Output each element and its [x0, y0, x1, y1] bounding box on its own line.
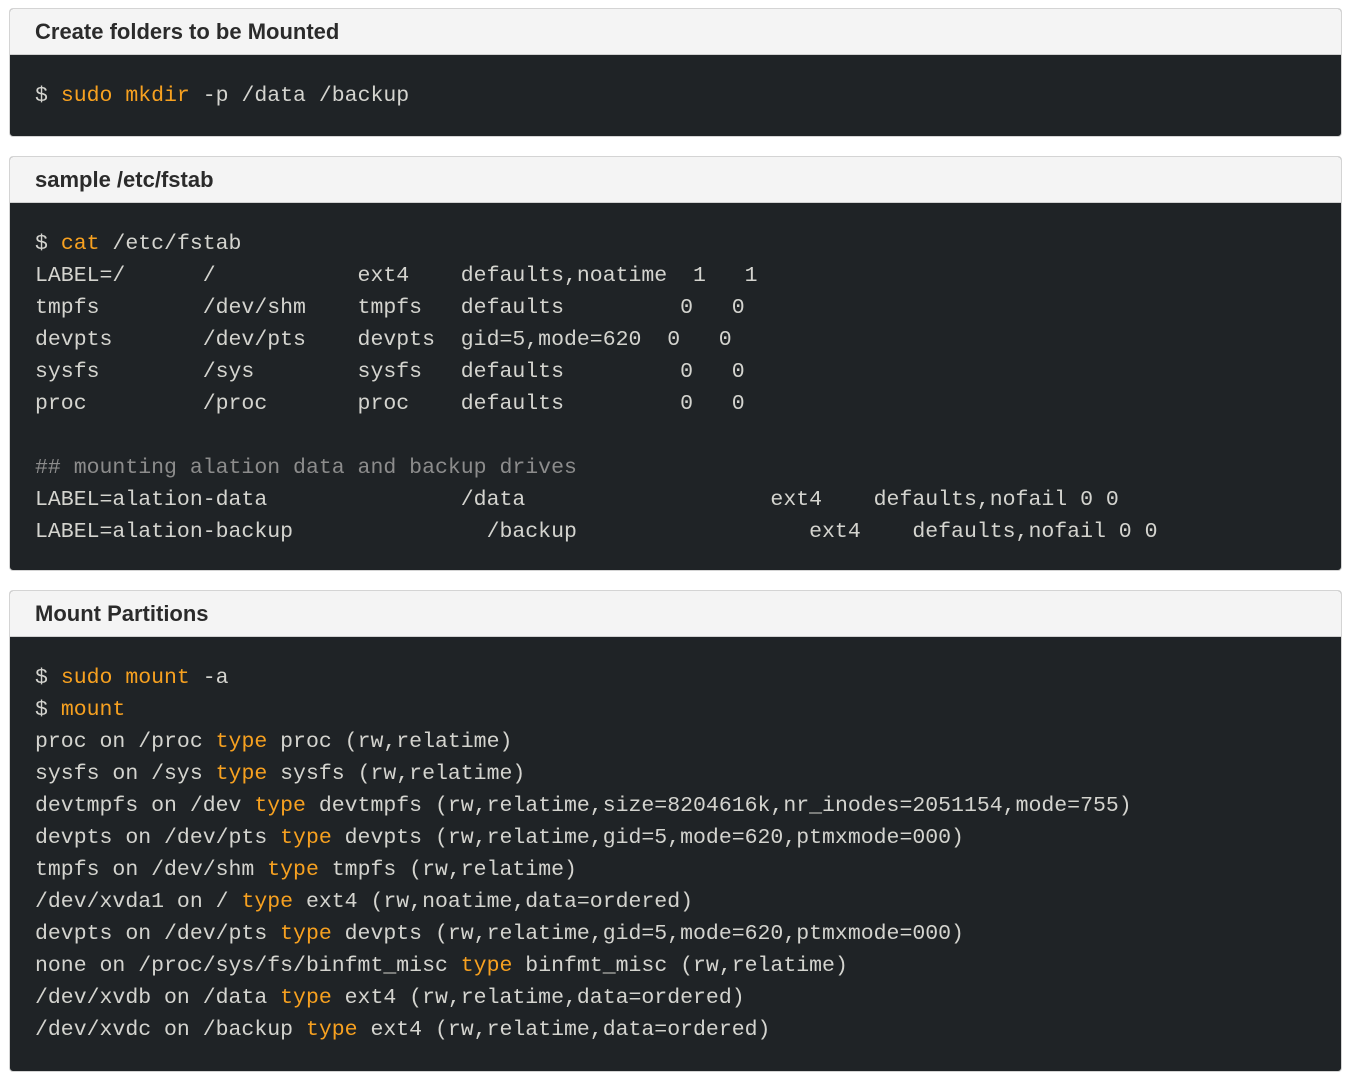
code-line: $ cat /etc/fstab — [35, 228, 1341, 260]
code-keyword: mount — [60, 698, 126, 722]
code-text: /dev/xvdc on /backup — [35, 1018, 306, 1042]
code-text: $ — [35, 84, 61, 108]
panel-title: sample /etc/fstab — [10, 157, 1341, 203]
code-keyword: sudo mkdir — [60, 84, 190, 108]
code-line: proc /proc proc defaults 0 0 — [35, 388, 1341, 420]
code-text: tmpfs (rw,relatime) — [318, 858, 577, 882]
code-line: LABEL=alation-data /data ext4 defaults,n… — [35, 484, 1341, 516]
code-text: none on /proc/sys/fs/binfmt_misc — [35, 954, 461, 978]
code-line: proc on /proc type proc (rw,relatime) — [35, 726, 1341, 758]
code-line: sysfs on /sys type sysfs (rw,relatime) — [35, 758, 1341, 790]
code-keyword: type — [215, 762, 268, 786]
code-line: none on /proc/sys/fs/binfmt_misc type bi… — [35, 950, 1341, 982]
code-block[interactable]: $ sudo mount -a $ mount proc on /proc type… — [10, 637, 1341, 1046]
code-text: ext4 (rw,relatime,data=ordered) — [331, 986, 745, 1010]
code-line: /dev/xvda1 on / type ext4 (rw,noatime,da… — [35, 886, 1341, 918]
code-text: /dev/xvda1 on / — [35, 890, 242, 914]
code-block[interactable]: $ sudo mkdir -p /data /backup — [10, 55, 1341, 112]
code-text: devpts /dev/pts devpts gid=5,mode=620 0 … — [35, 328, 732, 352]
code-text: proc (rw,relatime) — [267, 730, 513, 754]
code-text: sysfs (rw,relatime) — [267, 762, 526, 786]
code-text: devpts on /dev/pts — [35, 922, 281, 946]
code-text: LABEL=alation-data /data ext4 defaults,n… — [35, 488, 1119, 512]
code-keyword: sudo mount — [60, 666, 190, 690]
code-line: devpts /dev/pts devpts gid=5,mode=620 0 … — [35, 324, 1341, 356]
code-line: devpts on /dev/pts type devpts (rw,relat… — [35, 918, 1341, 950]
code-text: sysfs on /sys — [35, 762, 216, 786]
code-text: ext4 (rw,noatime,data=ordered) — [293, 890, 694, 914]
code-keyword: type — [267, 858, 319, 882]
panel-title: Create folders to be Mounted — [10, 9, 1341, 55]
code-line: devtmpfs on /dev type devtmpfs (rw,relat… — [35, 790, 1341, 822]
code-text: devpts on /dev/pts — [35, 826, 281, 850]
code-line: ## mounting alation data and backup driv… — [35, 452, 1341, 484]
code-line: /dev/xvdb on /data type ext4 (rw,relatim… — [35, 982, 1341, 1014]
panel-title: Mount Partitions — [10, 591, 1341, 637]
code-keyword: type — [280, 922, 332, 946]
code-panel-sample-fstab: sample /etc/fstab $ cat /etc/fstab LABEL=… — [9, 156, 1342, 571]
code-line: sysfs /sys sysfs defaults 0 0 — [35, 356, 1341, 388]
code-keyword: type — [241, 890, 294, 914]
code-keyword: type — [280, 986, 332, 1010]
code-line: LABEL=alation-backup /backup ext4 defaul… — [35, 516, 1341, 548]
code-line: $ sudo mkdir -p /data /backup — [35, 80, 1341, 112]
code-text: devpts (rw,relatime,gid=5,mode=620,ptmxm… — [331, 922, 964, 946]
code-text: tmpfs /dev/shm tmpfs defaults 0 0 — [35, 296, 745, 320]
code-text: devtmpfs on /dev — [35, 794, 255, 818]
code-text: $ — [35, 666, 61, 690]
code-line: $ sudo mount -a — [35, 662, 1341, 694]
code-line: tmpfs on /dev/shm type tmpfs (rw,relatim… — [35, 854, 1341, 886]
code-comment: ## mounting alation data and backup driv… — [35, 456, 577, 480]
code-text: /etc/fstab — [99, 232, 242, 256]
code-text: /dev/xvdb on /data — [35, 986, 281, 1010]
code-text: devtmpfs (rw,relatime,size=8204616k,nr_i… — [305, 794, 1132, 818]
code-keyword: type — [215, 730, 268, 754]
code-keyword: type — [460, 954, 513, 978]
code-text: -p /data /backup — [189, 84, 410, 108]
code-text: LABEL=/ / ext4 defaults,noatime 1 1 — [35, 264, 758, 288]
code-panel-create-folders: Create folders to be Mounted $ sudo mkdi… — [9, 8, 1342, 137]
code-text: ext4 (rw,relatime,data=ordered) — [357, 1018, 771, 1042]
code-keyword: type — [254, 794, 306, 818]
code-block[interactable]: $ cat /etc/fstab LABEL=/ / ext4 defaults,… — [10, 203, 1341, 548]
code-line: LABEL=/ / ext4 defaults,noatime 1 1 — [35, 260, 1341, 292]
code-line: $ mount — [35, 694, 1341, 726]
code-panel-mount-partitions: Mount Partitions $ sudo mount -a $ mount p… — [9, 590, 1342, 1072]
code-keyword: cat — [60, 232, 100, 256]
code-text: LABEL=alation-backup /backup ext4 defaul… — [35, 520, 1158, 544]
code-text: -a — [189, 666, 229, 690]
code-text: proc on /proc — [35, 730, 216, 754]
code-keyword: type — [305, 1018, 358, 1042]
code-line: devpts on /dev/pts type devpts (rw,relat… — [35, 822, 1341, 854]
code-keyword: type — [280, 826, 332, 850]
code-text: $ — [35, 698, 61, 722]
code-text: tmpfs on /dev/shm — [35, 858, 268, 882]
code-line: tmpfs /dev/shm tmpfs defaults 0 0 — [35, 292, 1341, 324]
code-text: binfmt_misc (rw,relatime) — [512, 954, 848, 978]
code-text: devpts (rw,relatime,gid=5,mode=620,ptmxm… — [331, 826, 964, 850]
code-line: /dev/xvdc on /backup type ext4 (rw,relat… — [35, 1014, 1341, 1046]
code-text: proc /proc proc defaults 0 0 — [35, 392, 745, 416]
code-text: $ — [35, 232, 61, 256]
code-text: sysfs /sys sysfs defaults 0 0 — [35, 360, 745, 384]
